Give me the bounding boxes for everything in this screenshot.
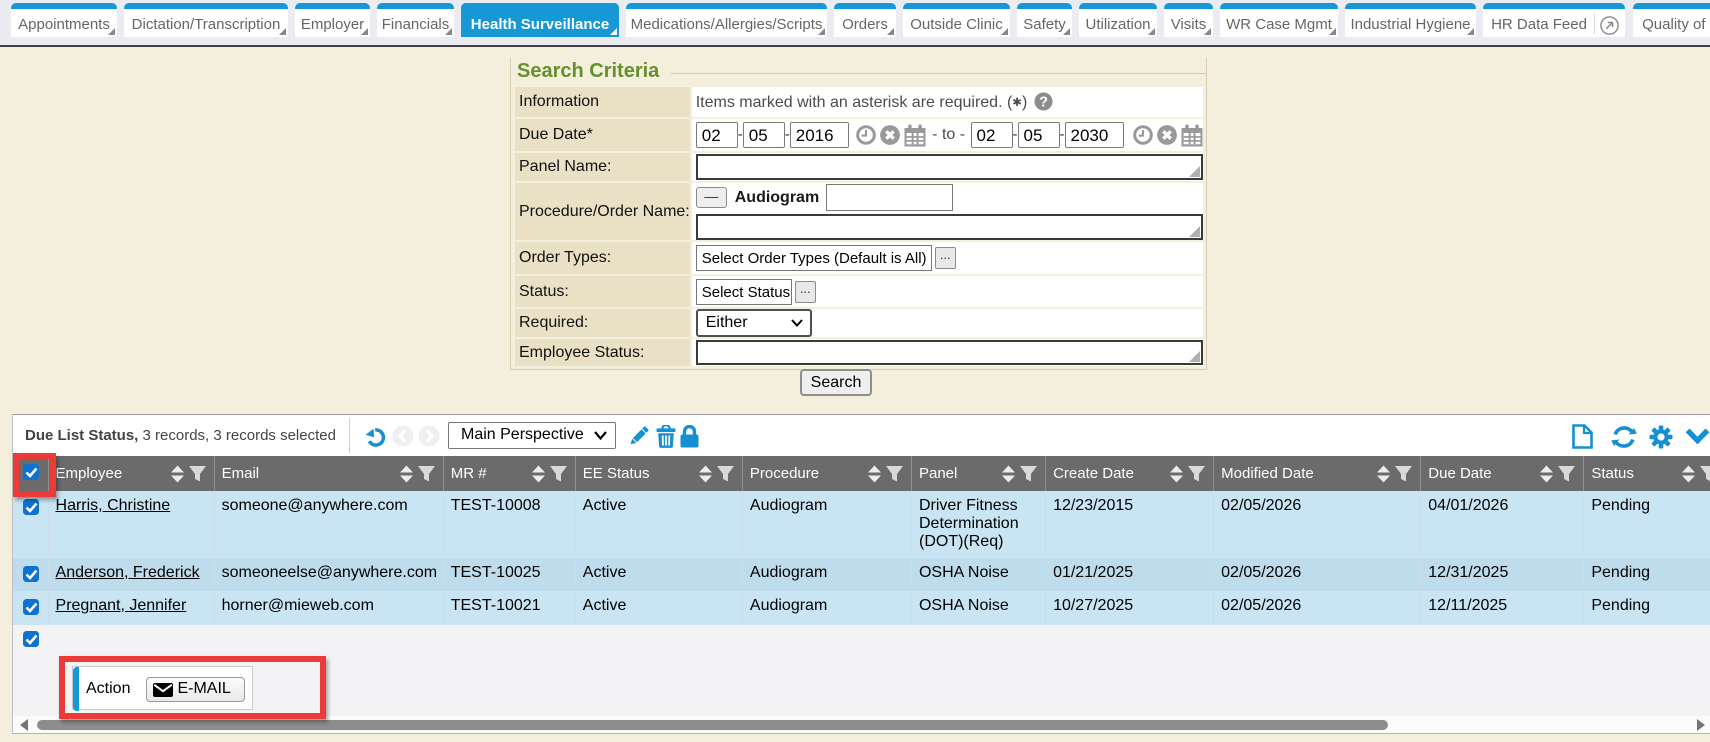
svg-text:?: ? — [1039, 95, 1048, 111]
